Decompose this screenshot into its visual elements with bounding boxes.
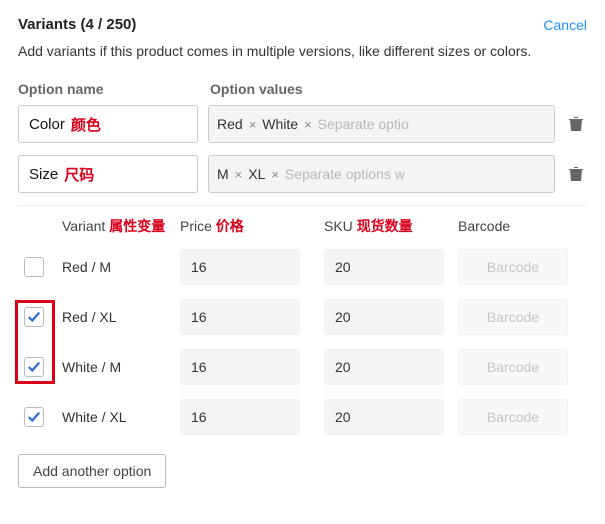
option-name-value: Color [29, 116, 65, 133]
remove-tag-icon[interactable]: × [249, 117, 257, 132]
option-value-text: Red [217, 116, 243, 132]
option-values-placeholder: Separate optio [318, 116, 546, 132]
remove-tag-icon[interactable]: × [271, 167, 279, 182]
header-sku-annotation: 现货数量 [357, 218, 413, 234]
price-input[interactable]: 16 [180, 299, 300, 335]
price-input[interactable]: 16 [180, 349, 300, 385]
variant-table-header: Variant 属性变量 Price 价格 SKU 现货数量 Barcode [18, 210, 587, 242]
option-name-input[interactable]: Color 颜色 [18, 105, 198, 143]
option-value-text: M [217, 166, 229, 182]
cancel-link[interactable]: Cancel [543, 17, 587, 33]
variant-checkbox[interactable] [24, 407, 44, 427]
variant-checkbox[interactable] [24, 257, 44, 277]
variants-title: Variants (4 / 250) [18, 16, 136, 33]
sku-input[interactable]: 20 [324, 349, 444, 385]
table-row: Red / XL16 20 Barcode [18, 292, 587, 342]
header-variant-annotation: 属性变量 [109, 218, 165, 234]
option-values-input[interactable]: Red × White × Separate optio [208, 105, 555, 143]
table-row: White / M16 20 Barcode [18, 342, 587, 392]
variant-name: Red / M [62, 259, 180, 275]
table-row: Red / M16 20 Barcode [18, 242, 587, 292]
barcode-input[interactable]: Barcode [458, 249, 568, 285]
option-value-tag: M× [217, 166, 242, 182]
variant-name: Red / XL [62, 309, 180, 325]
variant-name: White / XL [62, 409, 180, 425]
option-value-tag: Red × [217, 116, 256, 132]
option-value-text: XL [248, 166, 265, 182]
option-value-tag: White × [262, 116, 311, 132]
variant-checkbox[interactable] [24, 357, 44, 377]
header-price-annotation: 价格 [216, 218, 244, 234]
barcode-input[interactable]: Barcode [458, 299, 568, 335]
divider [18, 205, 587, 206]
barcode-input[interactable]: Barcode [458, 399, 568, 435]
remove-tag-icon[interactable]: × [304, 117, 312, 132]
header-variant: Variant [62, 218, 105, 234]
price-input[interactable]: 16 [180, 249, 300, 285]
option-row: Color 颜色 Red × White × Separate optio [18, 105, 587, 143]
option-values-placeholder: Separate options w [285, 166, 546, 182]
trash-icon[interactable] [565, 166, 587, 182]
option-name-annotation: 尺码 [64, 164, 94, 185]
option-value-tag: XL × [248, 166, 279, 182]
option-name-annotation: 颜色 [71, 114, 101, 135]
option-name-input[interactable]: Size 尺码 [18, 155, 198, 193]
add-another-option-button[interactable]: Add another option [18, 454, 166, 488]
option-values-label: Option values [210, 81, 587, 97]
header-price: Price [180, 218, 212, 234]
sku-input[interactable]: 20 [324, 249, 444, 285]
variant-checkbox[interactable] [24, 307, 44, 327]
barcode-input[interactable]: Barcode [458, 349, 568, 385]
option-values-input[interactable]: M×XL×Separate options w [208, 155, 555, 193]
sku-input[interactable]: 20 [324, 399, 444, 435]
table-row: White / XL16 20 Barcode [18, 392, 587, 442]
header-sku: SKU [324, 218, 353, 234]
option-value-text: White [262, 116, 298, 132]
remove-tag-icon[interactable]: × [235, 167, 243, 182]
sku-input[interactable]: 20 [324, 299, 444, 335]
header-barcode: Barcode [458, 218, 510, 234]
price-input[interactable]: 16 [180, 399, 300, 435]
variants-description: Add variants if this product comes in mu… [18, 43, 587, 59]
option-row: Size尺码M×XL×Separate options w [18, 155, 587, 193]
trash-icon[interactable] [565, 116, 587, 132]
variant-name: White / M [62, 359, 180, 375]
option-name-label: Option name [18, 81, 210, 97]
option-name-value: Size [29, 166, 58, 183]
